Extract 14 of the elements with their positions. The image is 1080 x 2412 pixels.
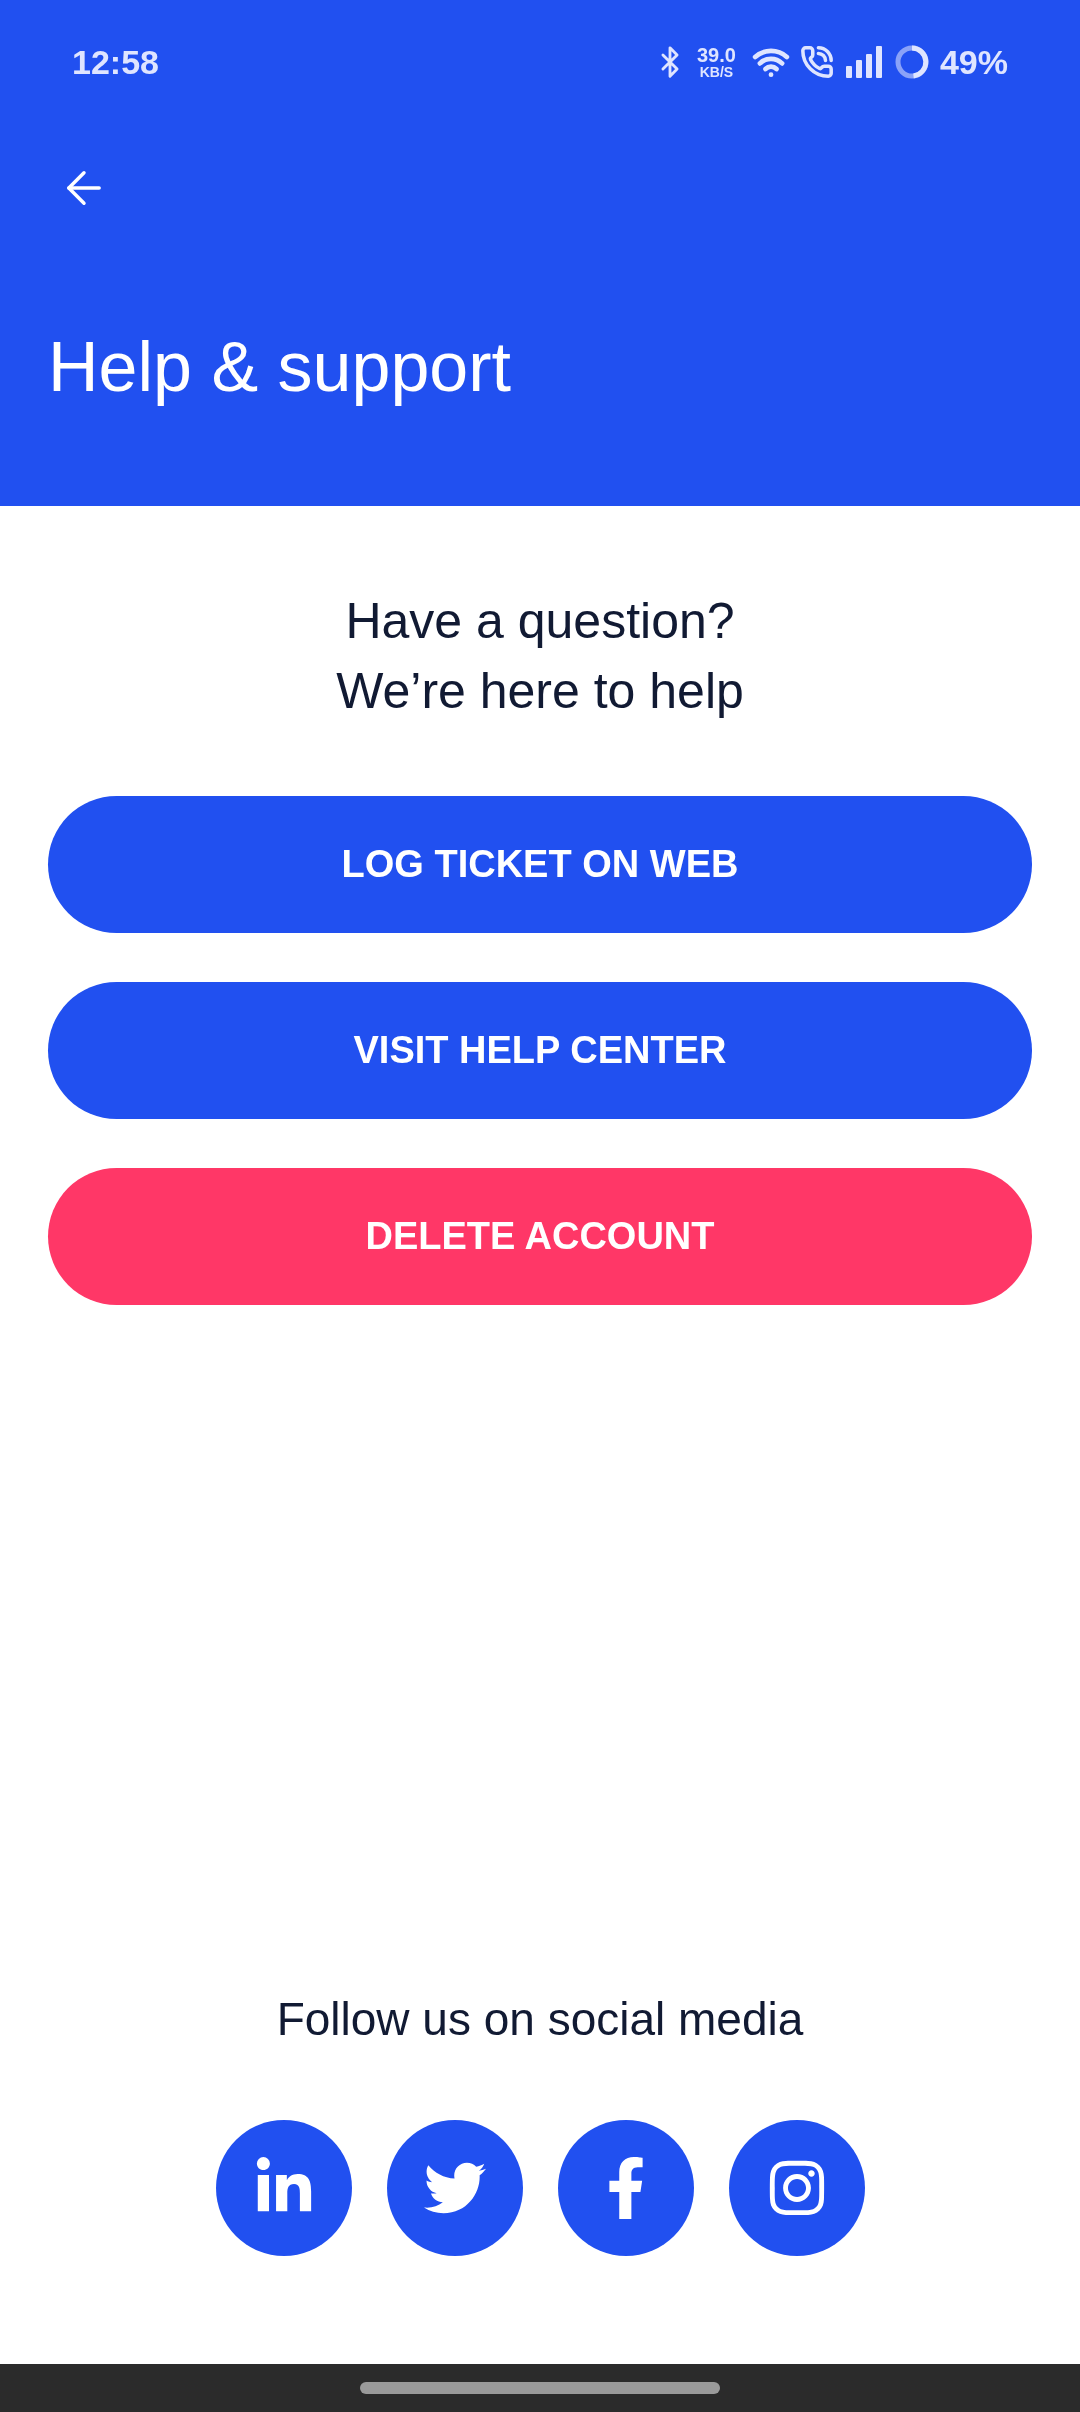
battery-icon: [893, 44, 930, 80]
network-speed: 39.0: [697, 45, 736, 65]
social-heading: Follow us on social media: [276, 1992, 804, 2047]
action-button[interactable]: LOG TICKET ON WEB: [48, 796, 1032, 933]
signal-icon: [843, 46, 884, 78]
action-button[interactable]: VISIT HELP CENTER: [48, 982, 1032, 1119]
action-button[interactable]: DELETE ACCOUNT: [48, 1168, 1032, 1305]
intro-text: Have a question?: [345, 592, 735, 651]
home-handle[interactable]: [360, 2382, 720, 2394]
speed-unit: KB/S: [699, 65, 734, 79]
battery-percent: 49%: [939, 41, 1008, 83]
intro-text: We’re here to help: [336, 662, 744, 721]
status-time: 12:58: [72, 41, 159, 83]
call-icon: [799, 45, 834, 79]
